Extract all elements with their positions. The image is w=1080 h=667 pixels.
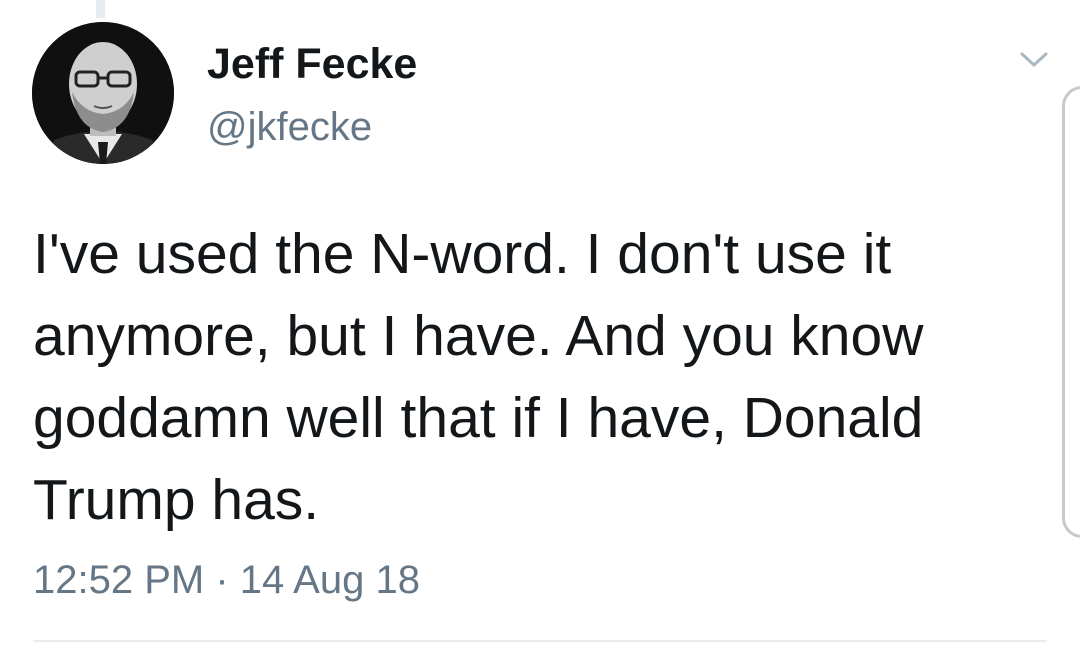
- avatar-portrait-image: [32, 22, 174, 164]
- tweet-text: I've used the N-word. I don't use it any…: [33, 222, 924, 532]
- thread-connector-line: [96, 0, 105, 18]
- chevron-down-icon: [1020, 52, 1048, 67]
- tweet-menu-button[interactable]: [1014, 44, 1054, 76]
- author-handle[interactable]: @jkfecke: [207, 105, 372, 150]
- tweet-timestamp[interactable]: 12:52 PM · 14 Aug 18: [33, 558, 420, 603]
- author-display-name[interactable]: Jeff Fecke: [207, 40, 417, 89]
- avatar[interactable]: [32, 22, 174, 164]
- divider: [33, 640, 1047, 642]
- scrollbar[interactable]: [1062, 86, 1080, 538]
